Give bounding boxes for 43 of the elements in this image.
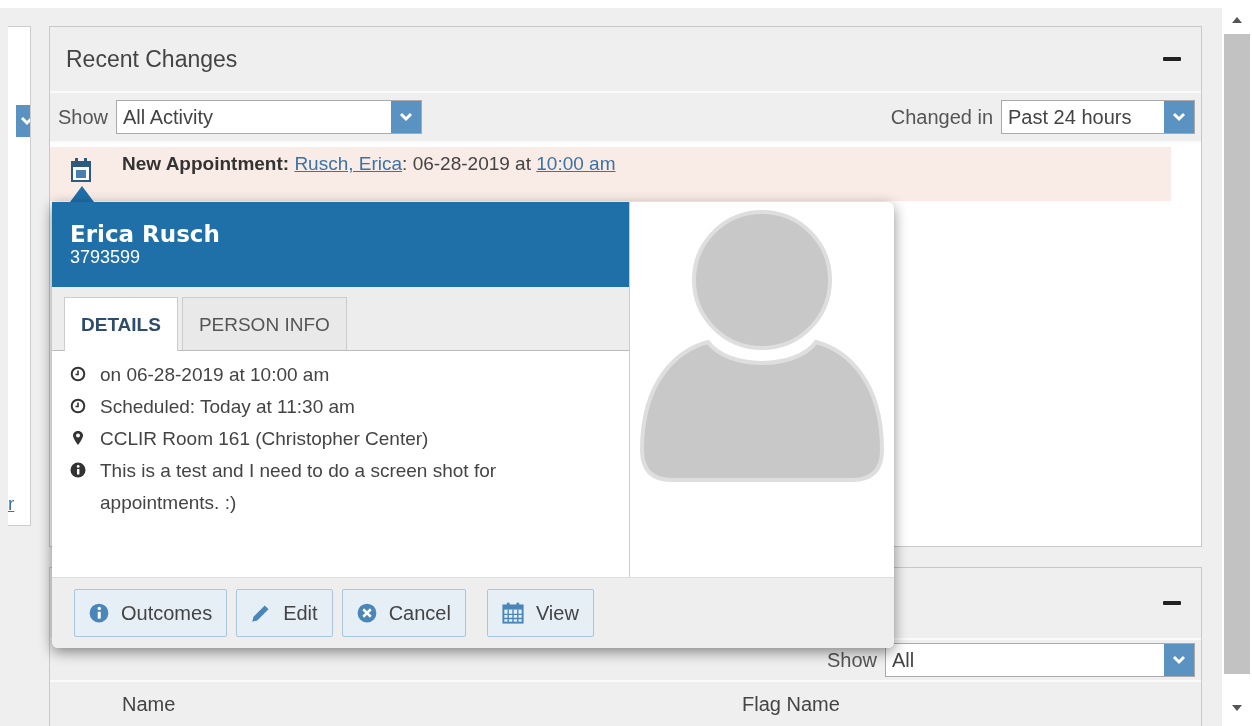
dropdown-button[interactable]: [16, 105, 30, 137]
map-pin-icon: [70, 430, 86, 446]
action-button[interactable]: Edit: [236, 589, 333, 637]
chevron-down-icon: [399, 112, 413, 122]
clock-icon: [70, 398, 86, 414]
column-header: Name: [122, 692, 177, 716]
detail-text: on 06-28-2019 at 10:00 am: [100, 363, 331, 387]
scroll-up-icon[interactable]: [1231, 16, 1243, 24]
show-label: Show: [827, 648, 878, 672]
person-name: Erica Rusch: [70, 221, 221, 247]
detail-text: CCLIR Room 161 (Christopher Center): [100, 427, 430, 451]
person-id: 3793599: [70, 247, 142, 268]
info-icon: [70, 462, 86, 478]
panel-title: Recent Changes: [66, 45, 238, 73]
chevron-down-icon: [1172, 112, 1187, 122]
scroll-down-icon[interactable]: [1231, 704, 1243, 712]
collapse-button[interactable]: [1163, 57, 1182, 61]
calendar-icon: [70, 157, 92, 183]
collapse-button[interactable]: [1163, 601, 1182, 605]
tab[interactable]: DETAILS: [64, 297, 178, 351]
changed-in-label: Changed in: [890, 105, 994, 129]
show-label: Show: [58, 105, 108, 129]
calendar-icon: [501, 602, 524, 624]
scrollbar[interactable]: [1222, 8, 1252, 726]
info-icon: [89, 603, 109, 623]
detail-text: Scheduled: Today at 11:30 am: [100, 395, 356, 419]
close-circle-icon: [356, 603, 377, 623]
clock-icon: [70, 366, 86, 382]
time-link[interactable]: 10:00 am: [536, 153, 616, 174]
activity-text: New Appointment: Rusch, Erica: 06-28-2019 at 10:00 am: [122, 153, 616, 175]
flag-select[interactable]: All: [885, 643, 1196, 677]
scrollbar-thumb[interactable]: [1224, 34, 1250, 674]
detail-text: This is a test and I need to do a screen shot for appointments. :): [100, 459, 498, 515]
person-link[interactable]: Rusch, Erica: [294, 153, 403, 174]
link[interactable]: r: [8, 493, 15, 515]
action-button[interactable]: Cancel: [341, 589, 466, 637]
time-range-select[interactable]: Past 24 hours: [1001, 100, 1196, 134]
action-button[interactable]: View: [486, 589, 594, 637]
activity-select[interactable]: All Activity: [116, 100, 422, 134]
chevron-down-icon: [1172, 655, 1187, 665]
column-header: Flag Name: [742, 692, 840, 716]
action-button[interactable]: Outcomes: [74, 589, 228, 637]
tab[interactable]: PERSON INFO: [181, 297, 347, 350]
